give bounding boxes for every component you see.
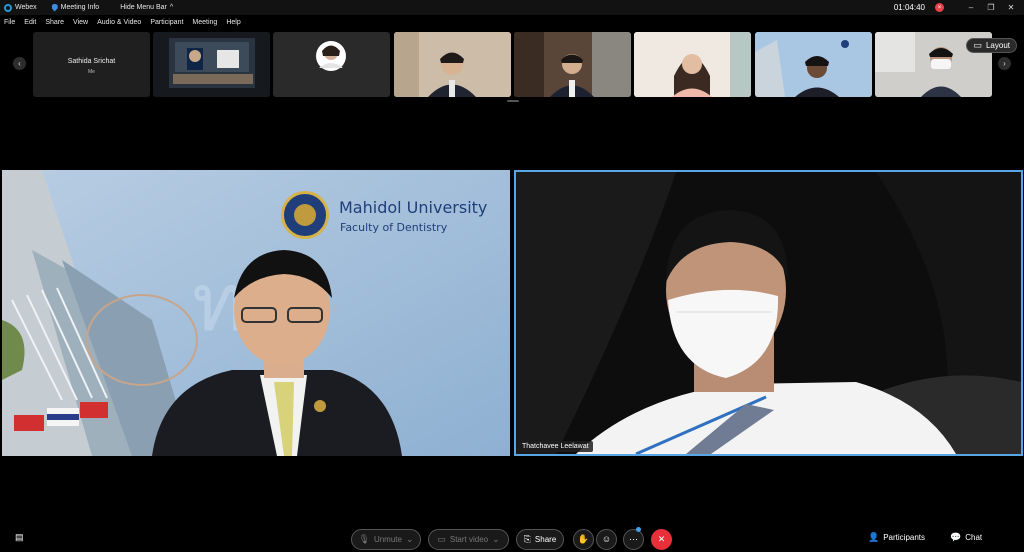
participant-thumbnail-2[interactable] xyxy=(153,32,270,97)
menu-audio-video[interactable]: Audio & Video xyxy=(97,19,141,26)
captions-icon: ▤ xyxy=(15,532,24,542)
hide-menu-bar-label: Hide Menu Bar xyxy=(120,4,167,11)
chevron-down-icon: ⌄ xyxy=(405,534,414,544)
menu-bar: File Edit Share View Audio & Video Parti… xyxy=(0,15,1024,29)
notification-dot xyxy=(636,527,641,532)
restore-icon[interactable]: ❐ xyxy=(986,3,996,12)
faculty-name: Faculty of Dentistry xyxy=(340,221,448,234)
video-feed-image xyxy=(516,172,1021,454)
share-icon: ⎘ xyxy=(523,534,531,544)
chevron-down-icon: ⌄ xyxy=(492,534,500,544)
participants-button[interactable]: 👤 Participants xyxy=(868,532,926,543)
shield-icon xyxy=(51,3,58,12)
chat-label: Chat xyxy=(965,533,983,542)
webex-logo-icon xyxy=(4,3,12,12)
more-options-button[interactable]: ⋯ xyxy=(623,527,644,550)
participant-thumbnail-3[interactable] xyxy=(273,32,390,97)
strip-prev-button[interactable]: ‹ xyxy=(13,57,26,70)
strip-resize-handle[interactable] xyxy=(507,100,519,102)
smiley-icon: ☺ xyxy=(601,534,612,544)
chat-icon: 💬 xyxy=(950,532,962,542)
start-video-button[interactable]: ▭ Start video ⌄ xyxy=(428,529,509,550)
participant-thumbnail-4[interactable] xyxy=(394,32,511,97)
more-icon: ⋯ xyxy=(629,534,638,544)
minimize-icon[interactable]: – xyxy=(966,3,976,12)
menu-edit[interactable]: Edit xyxy=(24,19,36,26)
raise-hand-button[interactable]: ✋ xyxy=(573,529,594,550)
main-video-right-active-speaker[interactable]: Thatchavee Leelawat xyxy=(514,170,1023,456)
chat-button[interactable]: 💬 Chat xyxy=(950,532,983,543)
start-video-label: Start video xyxy=(449,535,489,544)
layout-button[interactable]: ▭ Layout xyxy=(966,38,1017,53)
meeting-controls: ▤ 🎙 Unmute ⌄ ▭ Start video ⌄ ⎘ Share ✋ ☺… xyxy=(0,526,1024,552)
meeting-info-button[interactable]: Meeting Info xyxy=(51,3,100,12)
menu-help[interactable]: Help xyxy=(226,19,240,26)
video-feed-image xyxy=(394,32,511,97)
layout-icon: ▭ xyxy=(973,40,982,50)
leave-meeting-button[interactable]: ✕ xyxy=(651,529,672,550)
chevron-up-icon: ^ xyxy=(169,4,174,11)
microphone-muted-icon: 🎙 xyxy=(358,534,370,544)
hide-menu-bar-button[interactable]: Hide Menu Bar ^ xyxy=(120,4,173,11)
thumbnail-self-label: Me xyxy=(88,69,95,75)
participants-icon: 👤 xyxy=(868,532,880,542)
hand-icon: ✋ xyxy=(577,534,590,544)
participant-thumbnail-5[interactable] xyxy=(514,32,631,97)
meeting-timer: 01:04:40 xyxy=(893,3,925,12)
thumbnail-name: Sathida Srichat xyxy=(67,58,116,65)
menu-meeting[interactable]: Meeting xyxy=(192,19,217,26)
captions-button[interactable]: ▤ xyxy=(15,533,24,542)
menu-participant[interactable]: Participant xyxy=(150,19,183,26)
layout-label: Layout xyxy=(985,41,1010,50)
unmute-button[interactable]: 🎙 Unmute ⌄ xyxy=(351,529,421,550)
share-button[interactable]: ⎘ Share xyxy=(516,529,564,550)
webex-app-menu[interactable]: Webex xyxy=(4,3,37,12)
menu-file[interactable]: File xyxy=(4,19,15,26)
close-icon: ✕ xyxy=(657,534,666,544)
meeting-info-label: Meeting Info xyxy=(60,4,100,11)
video-feed-image xyxy=(634,32,751,97)
speaker-name-tag: Thatchavee Leelawat xyxy=(518,441,593,452)
menu-share[interactable]: Share xyxy=(45,19,64,26)
avatar xyxy=(316,41,346,71)
share-label: Share xyxy=(534,535,557,544)
university-logo xyxy=(281,191,329,239)
close-icon[interactable]: ✕ xyxy=(1006,3,1016,12)
participants-label: Participants xyxy=(883,533,926,542)
video-feed-image xyxy=(153,32,270,97)
video-off-icon: ▭ xyxy=(437,534,446,544)
menu-view[interactable]: View xyxy=(73,19,88,26)
participant-thumbnail-6[interactable] xyxy=(634,32,751,97)
university-name: Mahidol University xyxy=(339,198,488,217)
video-feed-image xyxy=(755,32,872,97)
app-name: Webex xyxy=(15,4,37,11)
reactions-button[interactable]: ☺ xyxy=(596,529,617,550)
title-bar: Webex Meeting Info Hide Menu Bar ^ 01:04… xyxy=(0,0,1024,15)
unmute-label: Unmute xyxy=(373,535,402,544)
recording-icon[interactable]: × xyxy=(935,3,944,12)
participant-thumbnail-7[interactable] xyxy=(755,32,872,97)
main-video-left[interactable]: ทนฺ Mahidol University Faculty of Dentis… xyxy=(2,170,510,456)
participant-thumbnail-self[interactable]: Sathida Srichat Me xyxy=(33,32,150,97)
strip-next-button[interactable]: › xyxy=(998,57,1011,70)
video-feed-image xyxy=(514,32,631,97)
